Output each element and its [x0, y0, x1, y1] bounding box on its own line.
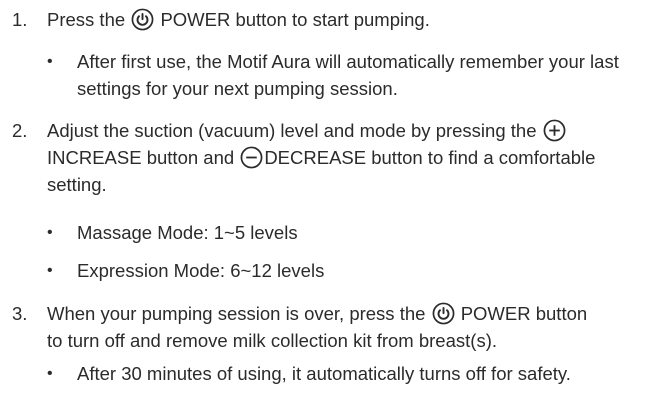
bullet-text: After first use, the Motif Aura will aut… — [77, 51, 619, 99]
step-text-part: DECREASE button to find a comfortable — [264, 147, 596, 168]
bullet-dot: • — [47, 262, 53, 279]
step-text-part: When your pumping session is over, press… — [47, 303, 426, 324]
bullet-dot: • — [47, 224, 53, 241]
bullet-item: • Expression Mode: 6~12 levels — [47, 257, 659, 284]
bullet-text: Expression Mode: 6~12 levels — [77, 260, 325, 281]
step-line: setting. — [47, 174, 107, 195]
minus-circle-icon — [240, 146, 263, 169]
bullet-text: After 30 minutes of using, it automatica… — [77, 363, 571, 384]
step-number: 2. — [12, 120, 28, 141]
step-line: to turn off and remove milk collection k… — [47, 330, 497, 351]
bullet-text: Massage Mode: 1~5 levels — [77, 222, 298, 243]
step-line: When your pumping session is over, press… — [47, 300, 660, 327]
step-number: 1. — [12, 9, 28, 30]
step-text-part: Adjust the suction (vacuum) level and mo… — [47, 120, 537, 141]
plus-circle-icon — [543, 119, 566, 142]
bullet-dot: • — [47, 365, 53, 382]
step-text-part: Press the — [47, 9, 126, 30]
step-text: When your pumping session is over, press… — [47, 300, 660, 354]
bullet-item: • After 30 minutes of using, it automati… — [47, 360, 659, 387]
step-3: 3. When your pumping session is over, pr… — [0, 300, 660, 354]
step-text: Adjust the suction (vacuum) level and mo… — [47, 117, 660, 198]
bullet-dot: • — [47, 53, 53, 70]
bullet-item: • After first use, the Motif Aura will a… — [47, 48, 659, 102]
step-number: 3. — [12, 303, 28, 324]
power-icon — [131, 8, 154, 31]
power-icon — [432, 302, 455, 325]
bullet-item: • Massage Mode: 1~5 levels — [47, 219, 659, 246]
step-text-part: POWER button to start pumping. — [160, 9, 430, 30]
instructions-document: 1. Press the POWER button to start pumpi… — [0, 0, 670, 398]
step-1: 1. Press the POWER button to start pumpi… — [0, 6, 660, 33]
step-line: INCREASE button and DECREASE button to f… — [47, 144, 660, 171]
step-text-part: INCREASE button and — [47, 147, 235, 168]
step-text: Press the POWER button to start pumping. — [47, 6, 660, 33]
step-text-part: POWER button — [460, 303, 588, 324]
step-line: Adjust the suction (vacuum) level and mo… — [47, 117, 660, 144]
step-2: 2. Adjust the suction (vacuum) level and… — [0, 117, 660, 198]
